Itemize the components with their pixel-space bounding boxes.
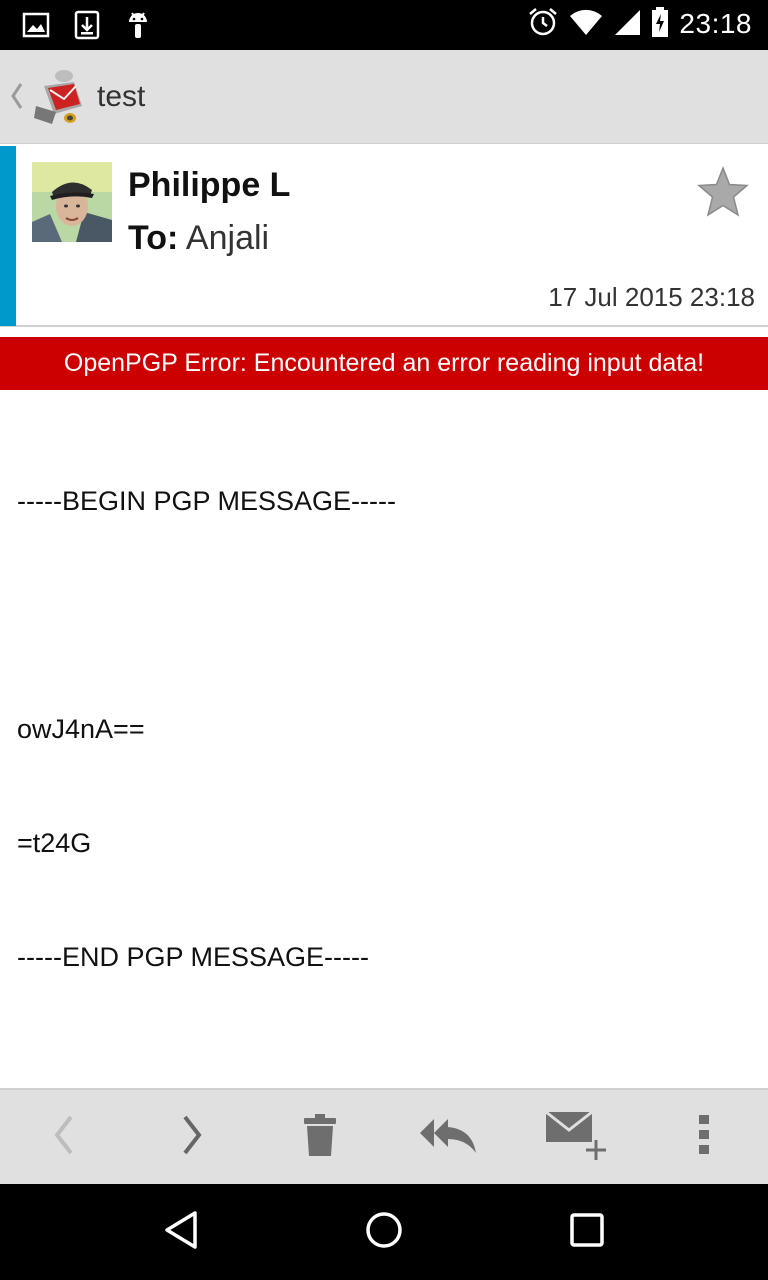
nav-recents-button[interactable] [547,1192,627,1272]
message-date: 17 Jul 2015 23:18 [548,282,755,312]
reply-all-button[interactable] [384,1090,512,1184]
up-navigation-chevron-icon[interactable] [8,80,24,116]
image-notification-icon [22,11,50,43]
nav-back-button[interactable] [141,1192,221,1272]
message-toolbar [0,1088,768,1184]
download-icon [74,10,100,44]
body-line [17,596,757,634]
to-label: To: [128,219,179,257]
openpgp-error-banner: OpenPGP Error: Encountered an error read… [0,337,768,390]
recents-square-icon [569,1212,605,1252]
message-subject-title: test [97,80,146,113]
sender-avatar[interactable] [32,162,112,242]
message-body: -----BEGIN PGP MESSAGE----- owJ4nA== =t2… [17,406,757,1014]
body-line: -----END PGP MESSAGE----- [17,942,369,972]
compose-button[interactable] [512,1090,640,1184]
system-navigation-bar [0,1184,768,1280]
compose-mail-icon [544,1108,608,1166]
previous-message-button[interactable] [0,1090,128,1184]
trash-icon [303,1113,337,1161]
battery-charging-icon [651,7,669,41]
account-color-stripe [0,146,16,326]
home-circle-icon [364,1210,404,1254]
overflow-menu-icon [698,1114,710,1160]
android-debug-icon [124,10,152,44]
action-bar: test [0,50,768,144]
back-triangle-icon [161,1210,201,1254]
wifi-icon [569,8,603,40]
star-icon[interactable] [696,165,750,222]
delete-button[interactable] [256,1090,384,1184]
message-header: Philippe L To: Anjali 17 Jul 2015 23:18 [0,146,768,327]
chevron-right-icon [177,1113,207,1161]
alarm-icon [527,6,559,42]
body-line: -----BEGIN PGP MESSAGE----- [17,486,397,516]
reply-all-icon [418,1115,478,1159]
recipient-line[interactable]: To: Anjali [128,219,269,258]
status-clock: 23:18 [679,8,752,39]
next-message-button[interactable] [128,1090,256,1184]
recipient-name: Anjali [185,219,270,257]
sender-name[interactable]: Philippe L [128,166,290,205]
cell-signal-icon [613,8,641,40]
body-line: owJ4nA== [17,714,145,744]
more-options-button[interactable] [640,1090,768,1184]
chevron-left-icon [49,1113,79,1161]
k9-mail-logo-icon[interactable] [30,66,90,132]
body-line: =t24G [17,828,92,858]
status-bar: 23:18 [0,0,768,50]
nav-home-button[interactable] [344,1192,424,1272]
